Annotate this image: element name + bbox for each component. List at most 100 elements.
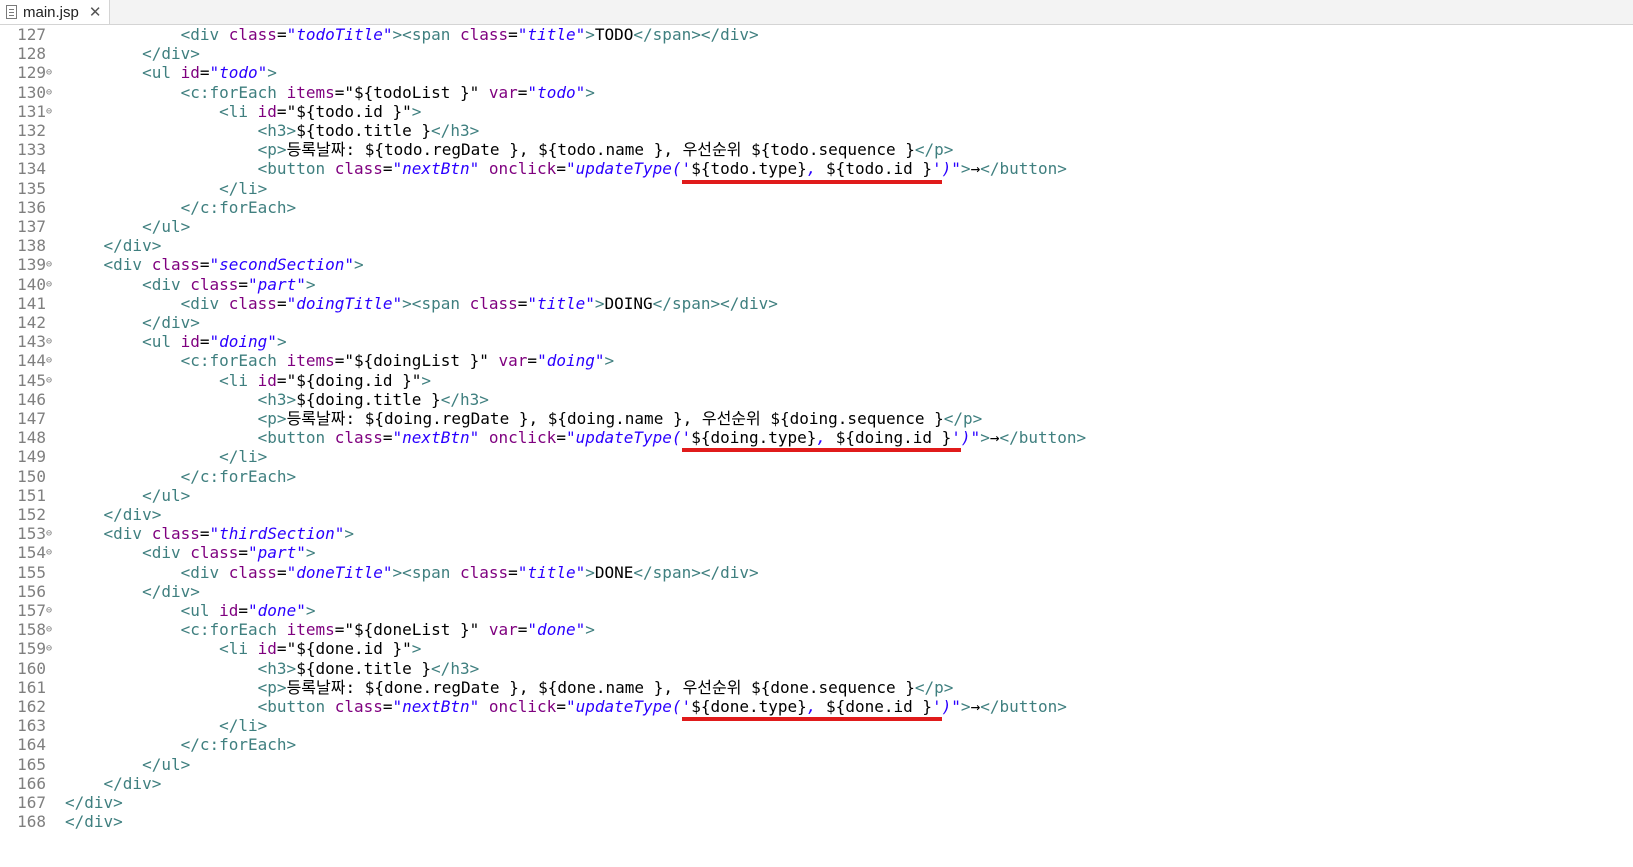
code-text: <div class="secondSection"> xyxy=(103,255,364,275)
code-text: <ul id="doing"> xyxy=(142,332,287,352)
line-number: 146 xyxy=(17,389,46,409)
code-line[interactable]: 134 <button class="nextBtn" onclick="upd… xyxy=(0,159,1633,178)
code-line[interactable]: 136 </c:forEach> xyxy=(0,198,1633,217)
code-line[interactable]: 154 ⊖ <div class="part"> xyxy=(0,543,1633,562)
code-line[interactable]: 166 </div> xyxy=(0,774,1633,793)
code-text: </li> xyxy=(219,178,268,198)
line-number: 152 xyxy=(17,505,46,525)
code-line[interactable]: 156 </div> xyxy=(0,582,1633,601)
code-text: </c:forEach> xyxy=(180,197,297,217)
code-text: <li id="${doing.id }"> xyxy=(219,370,432,390)
fold-toggle-icon[interactable]: ⊖ xyxy=(46,275,60,294)
code-line[interactable]: 144 ⊖ <c:forEach items="${doingList }" va… xyxy=(0,351,1633,370)
code-line[interactable]: 129 ⊖ <ul id="todo"> xyxy=(0,63,1633,82)
code-line[interactable]: 157 ⊖ <ul id="done"> xyxy=(0,601,1633,620)
line-number: 166 xyxy=(17,773,46,793)
code-text: <c:forEach items="${doneList }" var="don… xyxy=(180,620,595,640)
code-text: <li id="${todo.id }"> xyxy=(219,101,422,121)
line-number: 162 xyxy=(17,697,46,717)
code-text: <div class="thirdSection"> xyxy=(103,524,355,544)
line-number: 156 xyxy=(17,581,46,601)
code-text: <ul id="done"> xyxy=(180,601,316,621)
line-number: 165 xyxy=(17,754,46,774)
code-text: </div> xyxy=(65,793,123,813)
fold-toggle-icon[interactable]: ⊖ xyxy=(46,351,60,370)
fold-toggle-icon[interactable]: ⊖ xyxy=(46,524,60,543)
fold-toggle-icon[interactable]: ⊖ xyxy=(46,601,60,620)
fold-toggle-icon[interactable]: ⊖ xyxy=(46,371,60,390)
fold-toggle-icon[interactable]: ⊖ xyxy=(46,102,60,121)
code-editor[interactable]: 127 <div class="todoTitle"><span class="… xyxy=(0,25,1633,867)
code-line[interactable]: 146 <h3>${doing.title }</h3> xyxy=(0,390,1633,409)
code-text: </li> xyxy=(219,447,268,467)
code-line[interactable]: 131 ⊖ <li id="${todo.id }"> xyxy=(0,102,1633,121)
code-line[interactable]: 150 </c:forEach> xyxy=(0,467,1633,486)
close-tab-icon[interactable]: ✕ xyxy=(89,3,102,21)
code-text: </li> xyxy=(219,716,268,736)
code-line[interactable]: 142 </div> xyxy=(0,313,1633,332)
line-number: 155 xyxy=(17,562,46,582)
code-line[interactable]: 155 <div class="doneTitle"><span class="… xyxy=(0,563,1633,582)
code-text: <button class="nextBtn" onclick="updateT… xyxy=(257,159,1067,179)
code-line[interactable]: 127 <div class="todoTitle"><span class="… xyxy=(0,25,1633,44)
code-line[interactable]: 159 ⊖ <li id="${done.id }"> xyxy=(0,639,1633,658)
code-text: </c:forEach> xyxy=(180,735,297,755)
line-number: 133 xyxy=(17,140,46,160)
code-text: <div class="part"> xyxy=(142,274,316,294)
line-number: 153 xyxy=(17,524,46,544)
code-line[interactable]: 140 ⊖ <div class="part"> xyxy=(0,275,1633,294)
code-text: </div> xyxy=(65,812,123,832)
line-number: 134 xyxy=(17,159,46,179)
code-line[interactable]: 152 </div> xyxy=(0,505,1633,524)
line-number: 136 xyxy=(17,197,46,217)
highlight-underline xyxy=(681,717,942,722)
tab-main-jsp[interactable]: main.jsp ✕ xyxy=(0,0,111,24)
code-text: <p>등록날짜: ${doing.regDate }, ${doing.name… xyxy=(257,409,983,429)
code-text: <h3>${todo.title }</h3> xyxy=(257,121,480,141)
code-line[interactable]: 153 ⊖ <div class="thirdSection"> xyxy=(0,524,1633,543)
code-line[interactable]: 148 <button class="nextBtn" onclick="upd… xyxy=(0,428,1633,447)
line-number: 131 xyxy=(17,101,46,121)
fold-toggle-icon[interactable]: ⊖ xyxy=(46,332,60,351)
code-text: </ul> xyxy=(142,485,191,505)
fold-toggle-icon[interactable]: ⊖ xyxy=(46,63,60,82)
code-line[interactable]: 160 <h3>${done.title }</h3> xyxy=(0,659,1633,678)
code-line[interactable]: 137 </ul> xyxy=(0,217,1633,236)
code-line[interactable]: 167 </div> xyxy=(0,793,1633,812)
code-line[interactable]: 138 </div> xyxy=(0,236,1633,255)
fold-toggle-icon[interactable]: ⊖ xyxy=(46,620,60,639)
fold-toggle-icon[interactable]: ⊖ xyxy=(46,255,60,274)
code-line[interactable]: 158 ⊖ <c:forEach items="${doneList }" var… xyxy=(0,620,1633,639)
code-line[interactable]: 145 ⊖ <li id="${doing.id }"> xyxy=(0,371,1633,390)
code-line[interactable]: 161 <p>등록날짜: ${done.regDate }, ${done.na… xyxy=(0,678,1633,697)
code-line[interactable]: 128 </div> xyxy=(0,44,1633,63)
code-text: <c:forEach items="${doingList }" var="do… xyxy=(180,351,615,371)
code-text: <h3>${done.title }</h3> xyxy=(257,658,480,678)
code-line[interactable]: 151 </ul> xyxy=(0,486,1633,505)
code-line[interactable]: 141 <div class="doingTitle"><span class=… xyxy=(0,294,1633,313)
code-line[interactable]: 132 <h3>${todo.title }</h3> xyxy=(0,121,1633,140)
code-line[interactable]: 164 </c:forEach> xyxy=(0,735,1633,754)
fold-toggle-icon[interactable]: ⊖ xyxy=(46,543,60,562)
code-text: </ul> xyxy=(142,217,191,237)
code-text: <p>등록날짜: ${todo.regDate }, ${todo.name }… xyxy=(257,140,954,160)
code-text: <div class="doingTitle"><span class="tit… xyxy=(180,293,778,313)
line-number: 142 xyxy=(17,313,46,333)
code-text: </c:forEach> xyxy=(180,466,297,486)
line-number: 129 xyxy=(17,63,46,83)
code-line[interactable]: 139 ⊖ <div class="secondSection"> xyxy=(0,255,1633,274)
line-number: 168 xyxy=(17,812,46,832)
line-number: 160 xyxy=(17,658,46,678)
code-text: </div> xyxy=(142,313,200,333)
code-line[interactable]: 165 </ul> xyxy=(0,755,1633,774)
code-line[interactable]: 133 <p>등록날짜: ${todo.regDate }, ${todo.na… xyxy=(0,140,1633,159)
line-number: 138 xyxy=(17,236,46,256)
highlight-underline xyxy=(681,448,961,453)
fold-toggle-icon[interactable]: ⊖ xyxy=(46,83,60,102)
code-line[interactable]: 162 <button class="nextBtn" onclick="upd… xyxy=(0,697,1633,716)
code-line[interactable]: 147 <p>등록날짜: ${doing.regDate }, ${doing.… xyxy=(0,409,1633,428)
code-line[interactable]: 143 ⊖ <ul id="doing"> xyxy=(0,332,1633,351)
code-line[interactable]: 168 </div> xyxy=(0,812,1633,831)
fold-toggle-icon[interactable]: ⊖ xyxy=(46,639,60,658)
code-line[interactable]: 130 ⊖ <c:forEach items="${todoList }" var… xyxy=(0,83,1633,102)
